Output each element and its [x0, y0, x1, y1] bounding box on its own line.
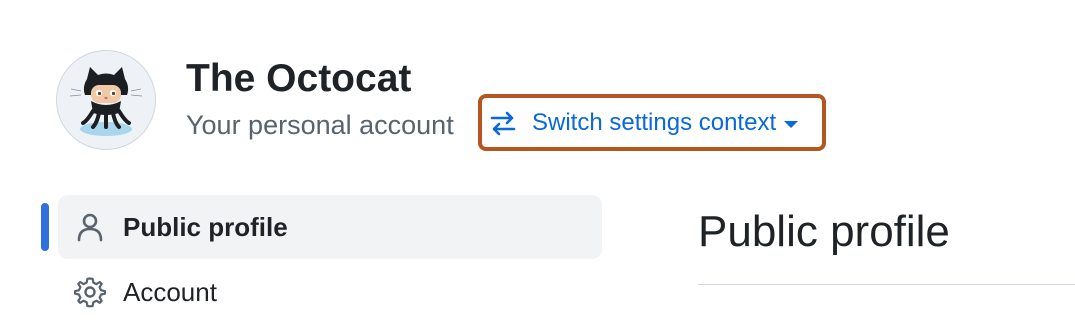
- sidebar-item-account[interactable]: Account: [58, 260, 602, 321]
- settings-page: The Octocat Your personal account Switch…: [0, 0, 1075, 321]
- account-name: The Octocat: [186, 57, 412, 100]
- switch-settings-context-button[interactable]: Switch settings context: [478, 94, 826, 151]
- page-title: Public profile: [698, 207, 950, 256]
- avatar[interactable]: [56, 50, 156, 150]
- caret-down-icon: [782, 117, 800, 129]
- person-icon: [74, 211, 106, 243]
- active-nav-indicator: [41, 203, 49, 251]
- sidebar-item-public-profile[interactable]: Public profile: [58, 195, 602, 259]
- gear-icon: [74, 276, 106, 308]
- switch-context-label: Switch settings context: [532, 108, 777, 136]
- account-type-label: Your personal account: [186, 110, 454, 140]
- sidebar-item-label: Account: [123, 276, 217, 307]
- sidebar-item-label: Public profile: [123, 211, 288, 242]
- title-divider: [698, 284, 1075, 285]
- octocat-icon: [69, 67, 143, 136]
- arrow-switch-icon: [488, 108, 518, 138]
